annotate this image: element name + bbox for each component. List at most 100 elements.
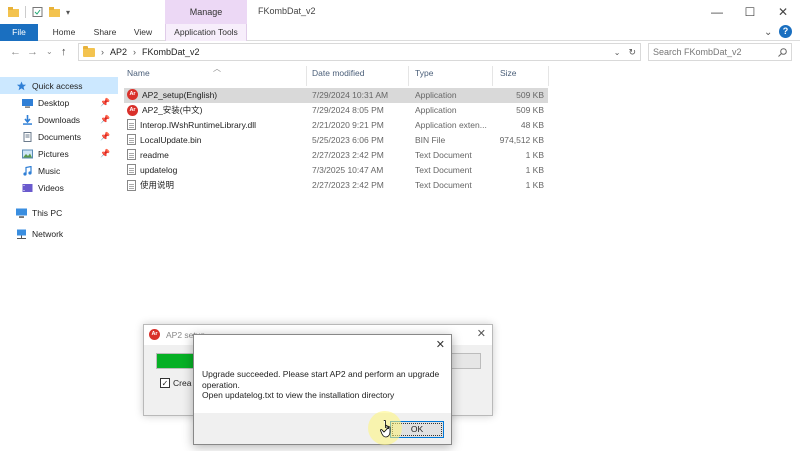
column-header-size[interactable]: Size [500, 68, 517, 82]
tab-view[interactable]: View [126, 24, 160, 41]
message-line: Open updatelog.txt to view the installat… [202, 390, 395, 400]
search-icon [778, 47, 787, 57]
nav-item-videos[interactable]: Videos [0, 179, 118, 196]
recent-locations-icon[interactable]: ⌄ [46, 44, 53, 60]
file-name: Interop.IWshRuntimeLibrary.dll [140, 119, 257, 130]
file-name-cell: Ar AP2_setup(English) [127, 89, 217, 100]
file-type: Text Document [415, 150, 472, 160]
column-divider[interactable] [492, 66, 493, 86]
file-date: 2/27/2023 2:42 PM [312, 150, 384, 160]
file-icon [127, 119, 136, 130]
refresh-icon[interactable]: ↻ [628, 47, 636, 58]
chevron-right-icon[interactable]: › [101, 47, 104, 57]
app-icon: Ar [127, 104, 138, 116]
tab-application-tools[interactable]: Application Tools [165, 24, 247, 41]
help-icon[interactable]: ? [779, 25, 792, 38]
file-size: 974,512 KB [499, 135, 544, 145]
documents-icon [23, 131, 32, 142]
nav-item-network[interactable]: Network [0, 225, 118, 242]
file-name: AP2_安装(中文) [142, 105, 203, 115]
message-line: Upgrade succeeded. Please start AP2 and … [202, 369, 440, 379]
file-date: 2/21/2020 9:21 PM [312, 120, 384, 130]
nav-item-pictures[interactable]: Pictures 📌 [0, 145, 118, 162]
new-folder-icon[interactable] [49, 7, 60, 17]
column-header-type[interactable]: Type [415, 68, 433, 82]
file-icon [127, 134, 136, 145]
nav-item-downloads[interactable]: Downloads 📌 [0, 111, 118, 128]
pictures-icon [22, 149, 33, 158]
file-type: Application [415, 105, 457, 115]
breadcrumb-ap2[interactable]: AP2 [110, 47, 127, 57]
message-text: Upgrade succeeded. Please start AP2 and … [202, 369, 447, 401]
nav-item-this-pc[interactable]: This PC [0, 204, 118, 221]
sort-ascending-icon: ︿ [213, 64, 221, 73]
network-icon [17, 229, 26, 239]
text-file-icon [127, 164, 136, 175]
pin-icon: 📌 [100, 132, 110, 141]
pin-icon: 📌 [100, 149, 110, 158]
nav-label: Network [32, 228, 64, 239]
message-dialog: ✕ Upgrade succeeded. Please start AP2 an… [193, 334, 452, 445]
customize-qa-icon[interactable]: ▾ [66, 8, 70, 17]
create-shortcut-checkbox[interactable]: ✓ Crea [160, 378, 191, 388]
close-icon[interactable]: ✕ [436, 338, 445, 351]
nav-item-desktop[interactable]: Desktop 📌 [0, 94, 118, 111]
file-name-cell: readme [127, 149, 169, 160]
folder-icon[interactable] [8, 7, 19, 17]
file-name: LocalUpdate.bin [140, 134, 202, 145]
file-row[interactable]: 使用说明 2/27/2023 2:42 PM Text Document 1 K… [124, 178, 548, 193]
file-name: AP2_setup(English) [142, 89, 218, 100]
forward-button[interactable]: → [27, 44, 38, 60]
address-bar[interactable]: › AP2 › FKombDat_v2 ⌄ ↻ [78, 43, 641, 61]
nav-item-quick-access[interactable]: Quick access [0, 77, 118, 94]
properties-icon[interactable] [32, 7, 43, 17]
tab-home[interactable]: Home [44, 24, 84, 41]
file-name-cell: Ar AP2_安装(中文) [127, 104, 202, 116]
close-button[interactable]: ✕ [766, 0, 800, 24]
maximize-button[interactable]: ☐ [733, 0, 767, 24]
back-button[interactable]: ← [10, 44, 21, 60]
column-header-name[interactable]: Name [127, 68, 150, 82]
expand-ribbon-icon[interactable]: ⌄ [764, 27, 772, 38]
address-actions: ⌄ ↻ [604, 44, 640, 60]
chevron-right-icon[interactable]: › [133, 47, 136, 57]
column-header-date[interactable]: Date modified [312, 68, 364, 82]
nav-label: This PC [32, 207, 63, 218]
tab-share[interactable]: Share [86, 24, 124, 41]
pin-icon: 📌 [100, 98, 110, 107]
file-row[interactable]: LocalUpdate.bin 5/25/2023 6:06 PM BIN Fi… [124, 133, 548, 148]
pin-icon: 📌 [100, 115, 110, 124]
search-input[interactable]: Search FKombDat_v2 [653, 47, 742, 57]
file-row[interactable]: Ar AP2_安装(中文) 7/29/2024 8:05 PM Applicati… [124, 103, 548, 118]
up-button[interactable]: ↑ [61, 44, 67, 60]
file-row[interactable]: Ar AP2_setup(English) 7/29/2024 10:31 AM … [124, 88, 548, 103]
nav-label: Videos [38, 182, 64, 193]
manage-tab-header: Manage [165, 0, 247, 24]
nav-item-documents[interactable]: Documents 📌 [0, 128, 118, 145]
close-icon[interactable]: ✕ [477, 327, 486, 340]
file-date: 7/3/2025 10:47 AM [312, 165, 384, 175]
search-box[interactable]: Search FKombDat_v2 [648, 43, 792, 61]
file-date: 7/29/2024 10:31 AM [312, 90, 389, 100]
file-name-cell: 使用说明 [127, 179, 174, 191]
nav-label: Desktop [38, 97, 70, 108]
nav-item-music[interactable]: Music [0, 162, 118, 179]
file-row[interactable]: updatelog 7/3/2025 10:47 AM Text Documen… [124, 163, 548, 178]
navigation-pane: Quick access Desktop 📌 Downloads 📌 Docum… [0, 63, 118, 451]
column-divider[interactable] [306, 66, 307, 86]
chevron-down-icon[interactable]: ⌄ [614, 48, 621, 57]
file-row[interactable]: readme 2/27/2023 2:42 PM Text Document 1… [124, 148, 548, 163]
column-divider[interactable] [408, 66, 409, 86]
progress-fill [157, 354, 196, 368]
tab-file[interactable]: File [0, 24, 38, 41]
app-icon: Ar [127, 89, 138, 100]
file-size: 48 KB [520, 120, 544, 130]
checkbox[interactable]: ✓ [160, 378, 170, 388]
file-row[interactable]: Interop.IWshRuntimeLibrary.dll 2/21/2020… [124, 118, 548, 133]
nav-label: Music [38, 165, 61, 176]
column-divider[interactable] [548, 66, 549, 86]
address-row: ← → ⌄ ↑ › AP2 › FKombDat_v2 ⌄ ↻ Search F… [0, 41, 800, 63]
desktop-icon [22, 98, 33, 108]
minimize-button[interactable]: — [700, 0, 734, 24]
breadcrumb-current[interactable]: FKombDat_v2 [142, 47, 200, 57]
